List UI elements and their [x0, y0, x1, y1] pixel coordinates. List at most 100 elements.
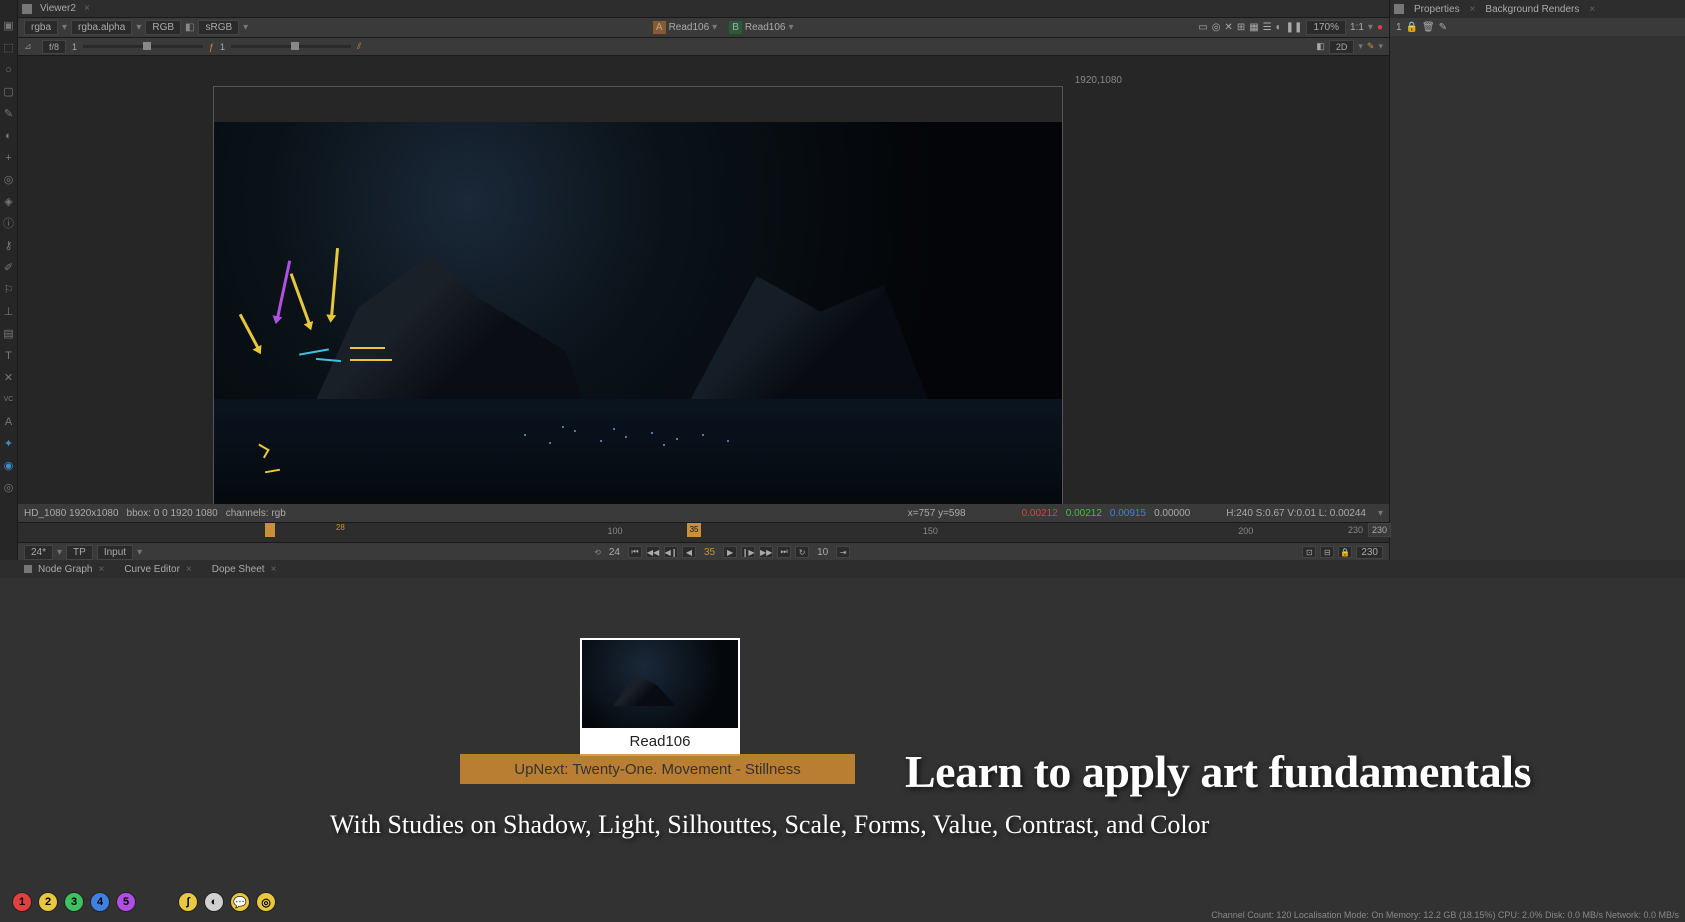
- proxy-24-select[interactable]: 24*: [24, 545, 53, 560]
- bookmark-4[interactable]: 4: [90, 892, 110, 912]
- tool-key-icon[interactable]: ⚷: [3, 240, 15, 252]
- mask-icon[interactable]: ◐: [1276, 22, 1282, 33]
- cap-icon[interactable]: ◎: [1212, 22, 1221, 33]
- tab-bg-renders[interactable]: Background Renders: [1485, 4, 1579, 15]
- input-select[interactable]: Input: [97, 545, 133, 560]
- tool-ring-icon[interactable]: ◎: [3, 482, 15, 494]
- view-2d[interactable]: 2D: [1329, 40, 1355, 54]
- tool-x-icon[interactable]: ✕: [3, 372, 15, 384]
- tool-circle-icon[interactable]: ○: [3, 64, 15, 76]
- bookmark-5[interactable]: 5: [116, 892, 136, 912]
- pause-icon[interactable]: ❚❚: [1286, 22, 1303, 33]
- range-end[interactable]: 230: [1368, 523, 1391, 537]
- loop-button[interactable]: ↻: [795, 546, 809, 558]
- gain-select[interactable]: f/8: [42, 40, 66, 54]
- timeline-ruler[interactable]: 28 35 100 150 200 230 230: [18, 523, 1389, 543]
- close-icon[interactable]: ×: [271, 564, 277, 575]
- prev-key-button[interactable]: ◀◀: [646, 546, 660, 558]
- channel-select[interactable]: rgba: [24, 20, 58, 35]
- tool-vc-icon[interactable]: VC: [3, 394, 15, 406]
- lock-icon[interactable]: 🔒: [1406, 22, 1418, 33]
- tab-properties[interactable]: Properties: [1414, 4, 1460, 15]
- action-chat[interactable]: 💬: [230, 892, 250, 912]
- brush-icon[interactable]: ✎: [1439, 22, 1447, 33]
- zoom-label[interactable]: 170%: [1306, 20, 1346, 35]
- read-node[interactable]: Read106: [580, 638, 740, 756]
- tool-brush-icon[interactable]: ✐: [3, 262, 15, 274]
- clip-icon[interactable]: ✕: [1224, 22, 1232, 33]
- trash-icon[interactable]: 🗑: [1422, 22, 1435, 33]
- tp-select[interactable]: TP: [66, 545, 93, 560]
- tab-node-graph[interactable]: Node Graph: [38, 564, 92, 575]
- bookmark-2[interactable]: 2: [38, 892, 58, 912]
- zebra-icon[interactable]: ⫽: [357, 41, 361, 52]
- bookmark-3[interactable]: 3: [64, 892, 84, 912]
- backdrop-node[interactable]: UpNext: Twenty-One. Movement - Stillness: [460, 754, 855, 784]
- proxy-icon[interactable]: ▦: [1249, 22, 1258, 33]
- display-select[interactable]: RGB: [145, 20, 181, 35]
- tab-curve-editor[interactable]: Curve Editor: [124, 564, 180, 575]
- tool-globe-icon[interactable]: ◉: [3, 460, 15, 472]
- tool-plus-icon[interactable]: +: [3, 152, 15, 164]
- tool-crop-icon[interactable]: ▢: [3, 86, 15, 98]
- prev-frame-button[interactable]: ◀❙: [664, 546, 678, 558]
- pencil-icon[interactable]: ✎: [1367, 41, 1375, 52]
- step-button[interactable]: ⇥: [836, 546, 850, 558]
- gamma-slider[interactable]: [291, 42, 299, 50]
- close-icon[interactable]: ×: [1589, 4, 1595, 15]
- sync-icon[interactable]: ⟲: [594, 548, 601, 557]
- range-end2[interactable]: 230: [1356, 546, 1383, 559]
- tool-flag-icon[interactable]: ⚐: [3, 284, 15, 296]
- close-icon[interactable]: ×: [186, 564, 192, 575]
- range-a-icon[interactable]: ⊡: [1302, 546, 1316, 558]
- buffer-a[interactable]: A Read106 ▾: [649, 21, 721, 34]
- action-halfmoon[interactable]: ◐: [204, 892, 224, 912]
- frame-start[interactable]: 24: [605, 547, 624, 558]
- gain-slider[interactable]: [143, 42, 151, 50]
- timeline-in-handle[interactable]: [265, 523, 275, 537]
- play-button[interactable]: ▶: [723, 546, 737, 558]
- tool-t-icon[interactable]: T: [3, 350, 15, 362]
- viewer-tab-label[interactable]: Viewer2: [40, 3, 76, 14]
- gamma-toggle-icon[interactable]: ƒ: [209, 42, 214, 52]
- buffer-b[interactable]: B Read106 ▾: [725, 21, 797, 34]
- close-icon[interactable]: ×: [84, 3, 90, 14]
- first-frame-button[interactable]: ⏮: [628, 546, 642, 558]
- play-back-button[interactable]: ◀: [682, 546, 696, 558]
- close-icon[interactable]: ×: [98, 564, 104, 575]
- wipe-toggle-icon[interactable]: ◧: [185, 22, 194, 33]
- fps-jump[interactable]: 10: [813, 547, 832, 558]
- tool-draw-icon[interactable]: ✎: [3, 108, 15, 120]
- close-icon[interactable]: ×: [1470, 4, 1476, 15]
- tool-color-icon[interactable]: ◐: [3, 130, 15, 142]
- lock-icon[interactable]: 🔒: [1338, 546, 1352, 558]
- timeline-playhead[interactable]: 35: [687, 523, 701, 537]
- action-target[interactable]: ◎: [256, 892, 276, 912]
- tool-star-icon[interactable]: ✦: [3, 438, 15, 450]
- lut-select[interactable]: sRGB: [198, 20, 239, 35]
- tool-axis-icon[interactable]: ⊥: [3, 306, 15, 318]
- tool-info-icon[interactable]: ⓘ: [3, 218, 15, 230]
- tool-camera-icon[interactable]: ▤: [3, 328, 15, 340]
- next-key-button[interactable]: ▶▶: [759, 546, 773, 558]
- tool-lens-icon[interactable]: ◎: [3, 174, 15, 186]
- wipe-mode-icon[interactable]: ◧: [1316, 41, 1325, 52]
- viewer-canvas[interactable]: 1920,1080 HD_1080: [18, 56, 1389, 504]
- range-b-icon[interactable]: ⊟: [1320, 546, 1334, 558]
- tool-marquee-icon[interactable]: ⬚: [3, 42, 15, 54]
- rec-icon[interactable]: ●: [1377, 22, 1383, 33]
- tool-text-icon[interactable]: A: [3, 416, 15, 428]
- dropdown-icon[interactable]: ▾: [1378, 508, 1383, 519]
- current-frame[interactable]: 35: [700, 547, 719, 558]
- guides-icon[interactable]: ☰: [1263, 22, 1272, 33]
- hist-icon[interactable]: ⊿: [24, 41, 36, 53]
- tool-filter-icon[interactable]: ◈: [3, 196, 15, 208]
- action-curve[interactable]: ∫: [178, 892, 198, 912]
- tab-dope-sheet[interactable]: Dope Sheet: [212, 564, 265, 575]
- tool-select-icon[interactable]: ▣: [3, 20, 15, 32]
- alpha-select[interactable]: rgba.alpha: [71, 20, 132, 35]
- timeline-marker[interactable]: 28: [333, 523, 347, 537]
- bookmark-1[interactable]: 1: [12, 892, 32, 912]
- roi-icon[interactable]: ⊞: [1237, 22, 1245, 33]
- hcap-icon[interactable]: ▭: [1198, 22, 1207, 33]
